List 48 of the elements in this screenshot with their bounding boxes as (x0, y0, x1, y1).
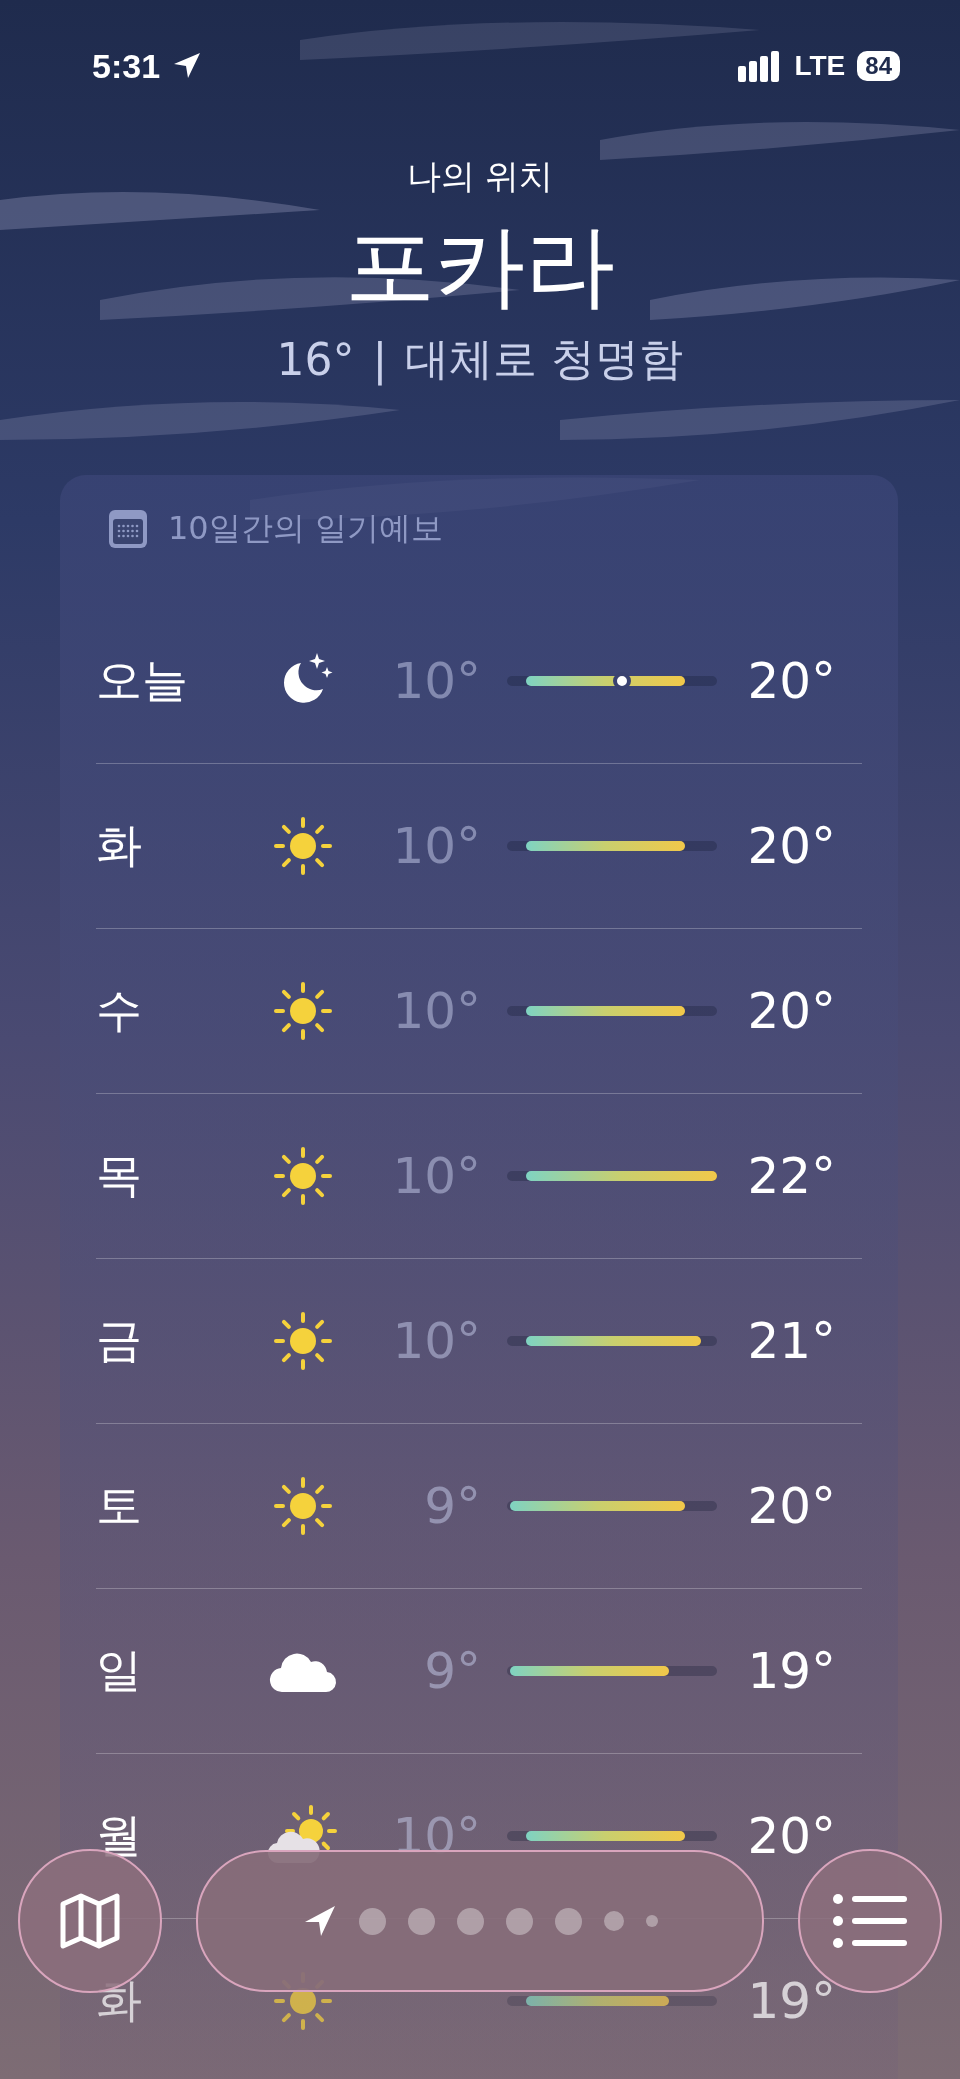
high-temperature: 20° (746, 1476, 836, 1535)
page-dot[interactable] (603, 1911, 624, 1931)
separator: | (372, 333, 388, 385)
day-label: 월 (96, 1806, 143, 1864)
high-temperature: 19° (746, 1641, 836, 1700)
network-type: LTE (794, 50, 846, 82)
high-temperature: 21° (746, 1311, 836, 1370)
day-label: 일 (96, 1641, 143, 1699)
day-label: 화 (96, 1971, 143, 2029)
low-temperature: 9° (423, 1476, 482, 1535)
page-dot[interactable] (645, 1915, 658, 1927)
day-label: 오늘 (96, 651, 189, 709)
current-temperature: 16° (276, 333, 355, 385)
day-label: 금 (96, 1311, 143, 1369)
page-dot[interactable] (554, 1907, 582, 1935)
low-temperature: 10° (391, 981, 482, 1040)
list-icon (832, 1893, 908, 1949)
low-temperature: 10° (391, 651, 482, 710)
calendar-icon (108, 508, 148, 549)
weather-condition: 대체로 청명함 (405, 331, 684, 386)
status-time: 5:31 (92, 46, 161, 86)
low-temperature: 10° (391, 1146, 482, 1205)
battery-level: 84 (857, 51, 900, 81)
low-temperature: 10° (391, 1311, 482, 1370)
page-dot[interactable] (358, 1907, 386, 1935)
high-temperature: 20° (746, 1806, 836, 1865)
low-temperature: 10° (391, 816, 482, 875)
day-label: 수 (96, 981, 143, 1039)
sun-icon (272, 1309, 334, 1372)
low-temperature: 9° (423, 1641, 482, 1700)
high-temperature: 20° (746, 816, 836, 875)
high-temperature: 20° (746, 651, 836, 710)
page-dot[interactable] (505, 1907, 533, 1935)
day-label: 목 (96, 1146, 143, 1204)
high-temperature: 22° (746, 1146, 836, 1205)
page-dot[interactable] (407, 1907, 435, 1935)
city-name: 포카라 (345, 214, 615, 318)
high-temperature: 20° (746, 981, 836, 1040)
sun-icon (272, 1474, 334, 1537)
day-label: 토 (96, 1476, 143, 1534)
sun-icon (272, 1144, 334, 1207)
sun-icon (272, 979, 334, 1042)
forecast-title: 10일간의 일기예보 (168, 507, 443, 549)
location-label: 나의 위치 (406, 155, 554, 198)
sun-icon (272, 814, 334, 877)
day-label: 화 (96, 816, 143, 874)
high-temperature: 19° (746, 1971, 836, 2030)
page-dot[interactable] (456, 1907, 484, 1935)
